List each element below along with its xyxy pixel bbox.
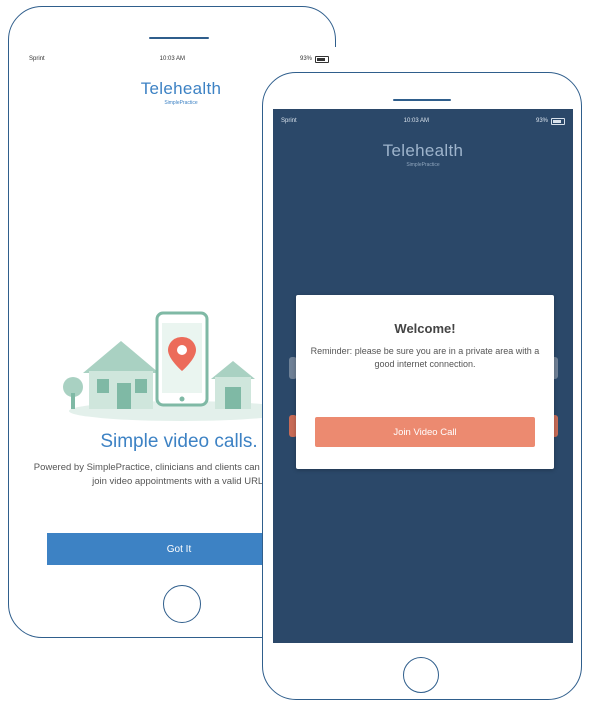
logo-title: Telehealth xyxy=(140,79,222,98)
speaker-grille xyxy=(149,37,209,39)
modal-title: Welcome! xyxy=(394,321,456,336)
house-right-icon xyxy=(211,361,255,409)
battery-icon xyxy=(315,55,329,63)
join-video-call-button[interactable]: Join Video Call xyxy=(315,417,535,447)
battery-percent: 93% xyxy=(299,56,312,62)
battery-percent: 93% xyxy=(535,118,548,124)
welcome-modal: Welcome! Reminder: please be sure you ar… xyxy=(296,295,554,469)
logo-title: Telehealth xyxy=(382,141,464,160)
battery-indicator: 93% xyxy=(299,55,329,63)
carrier-label: Sprint xyxy=(281,118,297,124)
speaker-grille xyxy=(393,99,451,101)
logo-subtitle: SimplePractice xyxy=(406,162,440,168)
clock-label: 10:03 AM xyxy=(159,56,186,62)
clock-label: 10:03 AM xyxy=(403,118,430,124)
logo-subtitle: SimplePractice xyxy=(164,100,198,106)
home-button xyxy=(163,585,201,623)
phone-frame-front: Sprint 10:03 AM 93% Telehealth SimplePra… xyxy=(262,72,582,700)
app-logo: Telehealth SimplePractice xyxy=(121,79,241,106)
status-bar: Sprint 10:03 AM 93% xyxy=(21,53,337,65)
carrier-label: Sprint xyxy=(29,56,45,62)
app-logo: Telehealth SimplePractice xyxy=(363,141,483,168)
status-bar: Sprint 10:03 AM 93% xyxy=(273,115,573,127)
battery-icon xyxy=(551,117,565,125)
house-left-icon xyxy=(83,341,159,409)
home-button xyxy=(403,657,439,693)
phone-screen-welcome-modal: Sprint 10:03 AM 93% Telehealth SimplePra… xyxy=(273,109,573,643)
modal-message: Reminder: please be sure you are in a pr… xyxy=(310,346,540,369)
battery-indicator: 93% xyxy=(535,117,565,125)
